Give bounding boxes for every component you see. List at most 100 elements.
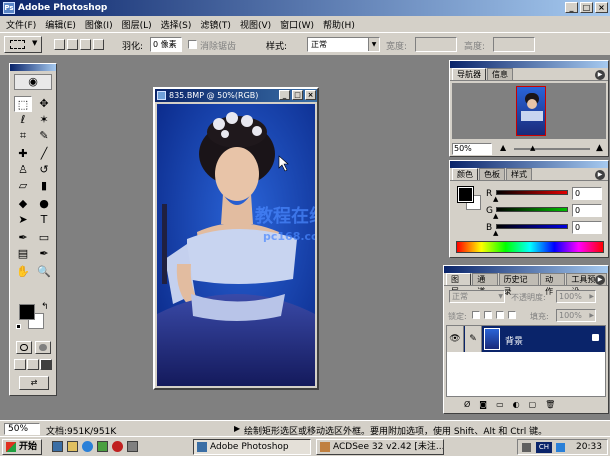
default-colors-icon[interactable]: [16, 324, 21, 329]
status-arrow-icon[interactable]: ▶: [234, 424, 240, 433]
fill-input[interactable]: 100% ▶: [556, 309, 596, 322]
swap-colors-icon[interactable]: ↰: [41, 302, 49, 312]
taskbar-acdsee-button[interactable]: ACDSee 32 v2.42 [未注...: [316, 439, 444, 455]
menu-view[interactable]: 视图(V): [240, 18, 271, 31]
menu-layer[interactable]: 图层(L): [122, 18, 152, 31]
jump-to-imageready-icon[interactable]: ⇄: [19, 376, 49, 390]
tab-navigator[interactable]: 导航器: [452, 68, 486, 80]
eyedropper-icon[interactable]: ✒: [35, 246, 53, 262]
opacity-input[interactable]: 100% ▶: [556, 290, 596, 303]
layer-set-icon[interactable]: ▭: [496, 400, 504, 409]
channel-g-input[interactable]: 0: [572, 204, 602, 217]
path-selection-icon[interactable]: ➤: [14, 212, 32, 228]
fullscreen-icon[interactable]: [40, 359, 52, 370]
menu-filter[interactable]: 滤镜(T): [200, 18, 231, 31]
gradient-icon[interactable]: ▮: [35, 178, 53, 194]
layer-mask-icon[interactable]: ◙: [479, 400, 487, 409]
tool-preset-picker[interactable]: ▼: [4, 36, 42, 53]
outlook-icon[interactable]: [97, 441, 108, 452]
antialias-checkbox[interactable]: [188, 40, 197, 49]
clone-stamp-icon[interactable]: ♙: [14, 162, 32, 178]
menu-edit[interactable]: 编辑(E): [45, 18, 76, 31]
standard-mode-icon[interactable]: [16, 341, 32, 354]
doc-maximize-button[interactable]: □: [292, 90, 303, 100]
healing-brush-icon[interactable]: ✚: [14, 146, 32, 162]
tab-channels[interactable]: 通道: [472, 273, 498, 296]
taskbar-photoshop-button[interactable]: Adobe Photoshop: [193, 439, 311, 455]
menu-file[interactable]: 文件(F): [6, 18, 36, 31]
eraser-icon[interactable]: ▱: [14, 178, 32, 194]
hand-icon[interactable]: ✋: [14, 264, 32, 280]
document-title-bar[interactable]: 835.BMP @ 50%(RGB) _ □ ×: [155, 89, 317, 102]
style-select[interactable]: 正常 ▼: [307, 37, 380, 52]
color-ramp[interactable]: [456, 241, 604, 253]
layer-style-icon[interactable]: Ø: [464, 400, 470, 409]
media-icon[interactable]: [112, 441, 123, 452]
navigator-zoom-slider[interactable]: ▲: [514, 145, 590, 152]
channel-b-input[interactable]: 0: [572, 221, 602, 234]
feather-input[interactable]: 0 像素: [150, 37, 182, 52]
move-icon[interactable]: ✥: [35, 96, 53, 112]
panel-menu-icon[interactable]: ▶: [595, 170, 605, 180]
notes-icon[interactable]: ▤: [14, 246, 32, 262]
lasso-icon[interactable]: ℓ: [14, 112, 32, 128]
zoom-in-icon[interactable]: ▲: [596, 143, 603, 153]
internet-explorer-icon[interactable]: [82, 441, 93, 452]
toolbox-grip[interactable]: [10, 64, 56, 71]
explorer-icon[interactable]: [67, 441, 78, 452]
eye-icon[interactable]: 👁: [447, 326, 464, 352]
doc-minimize-button[interactable]: _: [279, 90, 290, 100]
slider-thumb[interactable]: ▲: [493, 195, 498, 203]
speaker-icon[interactable]: [522, 443, 531, 452]
lock-image-icon[interactable]: [484, 311, 492, 319]
channel-b-slider[interactable]: [496, 224, 568, 229]
add-selection-icon[interactable]: [67, 39, 78, 50]
app-title-bar[interactable]: Ps Adobe Photoshop _ □ ×: [0, 0, 610, 16]
subtract-selection-icon[interactable]: [80, 39, 91, 50]
pen-icon[interactable]: ✒: [14, 230, 32, 246]
trash-icon[interactable]: 🗑: [545, 400, 555, 409]
menu-help[interactable]: 帮助(H): [323, 18, 355, 31]
tab-color[interactable]: 颜色: [452, 168, 478, 180]
adobe-online-icon[interactable]: ◉: [14, 74, 52, 90]
status-zoom-input[interactable]: 50%: [4, 423, 40, 435]
crop-icon[interactable]: ⌗: [14, 128, 32, 144]
close-button[interactable]: ×: [595, 2, 608, 13]
tab-history[interactable]: 历史记录: [498, 273, 540, 296]
panel-grip[interactable]: [450, 161, 608, 168]
network-icon[interactable]: [556, 443, 565, 452]
panel-grip[interactable]: [450, 61, 608, 68]
standard-screen-icon[interactable]: [14, 359, 26, 370]
slider-thumb[interactable]: ▲: [493, 212, 498, 220]
slider-thumb[interactable]: ▲: [493, 229, 498, 237]
menu-window[interactable]: 窗口(W): [280, 18, 314, 31]
tab-info[interactable]: 信息: [487, 68, 513, 80]
width-input[interactable]: [415, 37, 457, 52]
color-foreground-swatch[interactable]: [457, 186, 474, 203]
lock-all-icon[interactable]: [508, 311, 516, 319]
maximize-button[interactable]: □: [580, 2, 593, 13]
zoom-out-icon[interactable]: ▲: [500, 143, 506, 152]
brush-icon[interactable]: ╱: [35, 146, 53, 162]
tab-swatches[interactable]: 色板: [479, 168, 505, 180]
tab-actions[interactable]: 动作: [540, 273, 566, 296]
show-desktop-icon[interactable]: [52, 441, 63, 452]
foreground-color-swatch[interactable]: [19, 304, 35, 320]
new-layer-icon[interactable]: ▢: [529, 400, 537, 409]
dodge-icon[interactable]: ●: [35, 196, 53, 212]
brush-link-icon[interactable]: ✎: [465, 326, 482, 352]
rectangle-shape-icon[interactable]: ▭: [35, 230, 53, 246]
new-selection-icon[interactable]: [54, 39, 65, 50]
lock-position-icon[interactable]: [496, 311, 504, 319]
menu-select[interactable]: 选择(S): [161, 18, 192, 31]
start-button[interactable]: 开始: [2, 439, 42, 455]
ime-indicator[interactable]: CH: [536, 442, 552, 453]
slice-icon[interactable]: ✎: [35, 128, 53, 144]
intersect-selection-icon[interactable]: [93, 39, 104, 50]
type-icon[interactable]: T: [35, 212, 53, 228]
channel-r-input[interactable]: 0: [572, 187, 602, 200]
app-quicklaunch-icon[interactable]: [127, 441, 138, 452]
minimize-button[interactable]: _: [565, 2, 578, 13]
blur-icon[interactable]: ◆: [14, 196, 32, 212]
navigator-zoom-input[interactable]: 50%: [452, 143, 492, 155]
